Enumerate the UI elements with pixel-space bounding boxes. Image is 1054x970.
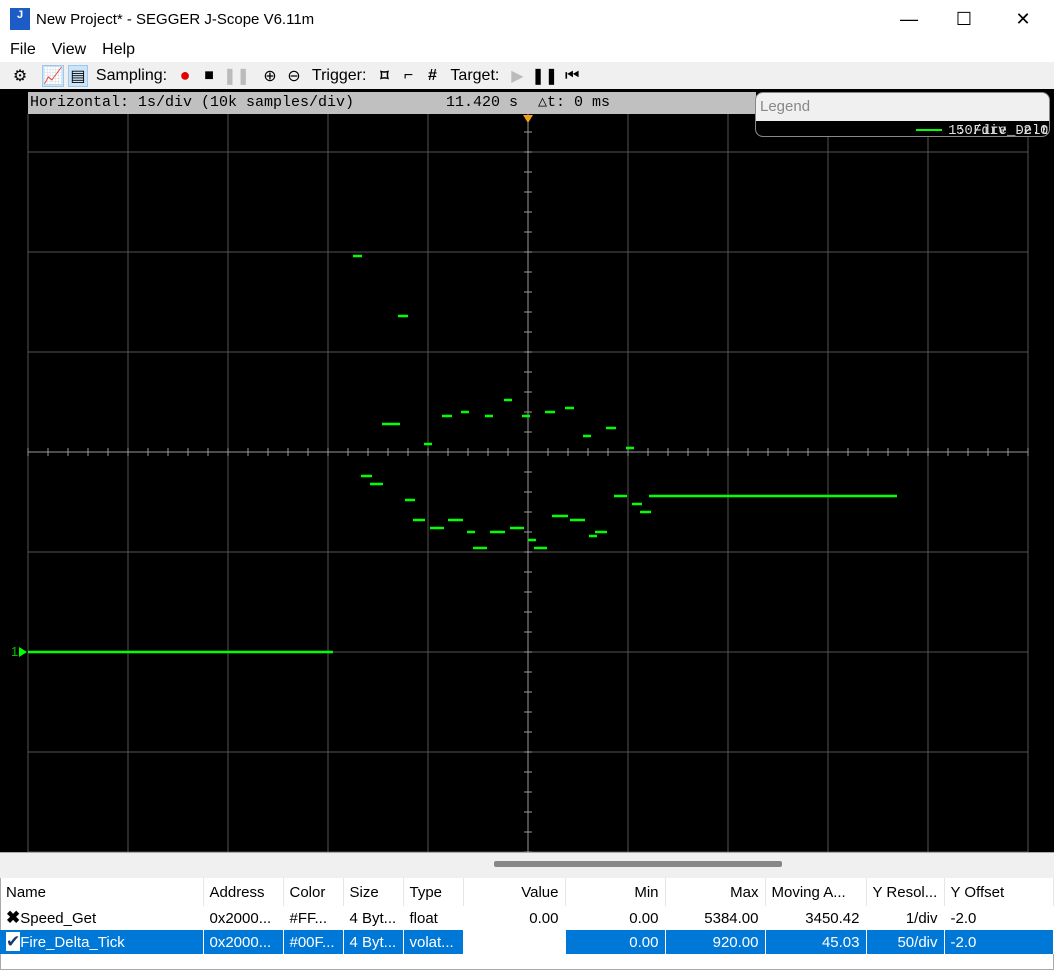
col-y-offset[interactable]: Y Offset (944, 878, 1054, 906)
target-label: Target: (450, 66, 500, 84)
menu-view[interactable]: View (52, 41, 86, 59)
table-header: Name Address Color Size Type Value Min M… (0, 878, 1054, 906)
trigger-both-icon[interactable]: # (422, 65, 442, 87)
channel-level-marker (19, 647, 27, 657)
col-value[interactable]: Value (463, 878, 566, 906)
target-reset-icon[interactable]: ⏮ (562, 65, 582, 87)
trigger-label: Trigger: (311, 66, 367, 84)
stop-icon[interactable]: ■ (199, 65, 219, 87)
cell-y-offset: -2.0 (944, 930, 1054, 954)
cell-y-offset: -2.0 (944, 906, 1054, 930)
horizontal-scrollbar[interactable] (0, 852, 1054, 878)
table-view-icon[interactable]: ▤ (67, 64, 88, 87)
toolbar: ⚙ 📈 ▤ Sampling: ● ■ ❚❚ ⊕ ⊖ Trigger: ⌑ ⌐ … (0, 62, 1054, 89)
col-y-resolution[interactable]: Y Resol... (866, 878, 945, 906)
cell-type: volat... (403, 930, 464, 954)
app-icon: J (10, 8, 30, 30)
trigger-time: 11.420 s (446, 94, 519, 111)
legend-title: Legend (760, 98, 811, 115)
col-min[interactable]: Min (565, 878, 666, 906)
col-max[interactable]: Max (665, 878, 766, 906)
settings-gear-icon[interactable]: ⚙ (10, 65, 30, 87)
unchecked-x-icon[interactable]: ✖ (6, 908, 20, 927)
sampling-label: Sampling: (95, 66, 168, 84)
delta-time: △t: 0 ms (538, 94, 611, 111)
horizontal-scale: Horizontal: 1s/div (10k samples/div) (30, 94, 355, 111)
record-icon[interactable]: ● (175, 65, 195, 87)
cell-name: Fire_Delta_Tick (20, 934, 125, 951)
cell-value: 0.00 (463, 906, 566, 930)
trigger-marker (523, 115, 533, 123)
cell-address: 0x2000... (203, 930, 284, 954)
table-row-selected[interactable]: ✔Fire_Delta_Tick 0x2000... #00F... 4 Byt… (0, 930, 1054, 954)
menu-file[interactable]: File (10, 41, 36, 59)
table-row[interactable]: ✖Speed_Get 0x2000... #FF... 4 Byt... flo… (0, 906, 1054, 930)
title-bar: J New Project* - SEGGER J-Scope V6.11m —… (0, 0, 1054, 38)
cell-moving-average: 45.03 (765, 930, 867, 954)
col-color[interactable]: Color (283, 878, 344, 906)
channel-table: Name Address Color Size Type Value Min M… (0, 878, 1054, 954)
horizontal-info-bar: Horizontal: 1s/div (10k samples/div) 11.4… (28, 92, 756, 114)
col-type[interactable]: Type (403, 878, 464, 906)
plot-canvas[interactable] (0, 89, 1054, 852)
scrollbar-thumb[interactable] (494, 861, 782, 867)
cell-type: float (403, 906, 464, 930)
maximize-button[interactable]: ☐ (937, 0, 991, 38)
target-pause-icon[interactable]: ❚❚ (531, 65, 558, 87)
pause-sampling-icon[interactable]: ❚❚ (223, 65, 250, 87)
window-title: New Project* - SEGGER J-Scope V6.11m (36, 10, 315, 28)
cell-name: Speed_Get (20, 910, 97, 927)
col-address[interactable]: Address (203, 878, 284, 906)
menu-help[interactable]: Help (102, 41, 135, 59)
channel-marker[interactable]: 1 (11, 644, 18, 659)
cell-color: #00F... (283, 930, 344, 954)
col-size[interactable]: Size (343, 878, 404, 906)
zoom-out-icon[interactable]: ⊖ (284, 65, 304, 87)
minimize-button[interactable]: — (882, 0, 936, 38)
trigger-falling-icon[interactable]: ⌐ (398, 65, 418, 87)
cell-color: #FF... (283, 906, 344, 930)
cell-value (463, 930, 566, 954)
legend-panel[interactable]: Legend 1: Fire_Delt 50/div -2.0 (755, 92, 1050, 137)
target-run-icon[interactable]: ▶ (507, 65, 527, 87)
cell-max: 920.00 (665, 930, 766, 954)
legend-entry-scale: 50/div -2.0 (956, 123, 1049, 137)
col-moving-average[interactable]: Moving A... (765, 878, 867, 906)
menu-bar: File View Help (0, 38, 1054, 62)
cell-min: 0.00 (565, 906, 666, 930)
cell-y-resolution: 50/div (866, 930, 945, 954)
zoom-in-icon[interactable]: ⊕ (260, 65, 280, 87)
checked-icon[interactable]: ✔ (6, 932, 21, 951)
cell-y-resolution: 1/div (866, 906, 945, 930)
cell-size: 4 Byt... (343, 906, 404, 930)
legend-entry: 1: Fire_Delt 50/div -2.0 (756, 121, 1049, 137)
cell-max: 5384.00 (665, 906, 766, 930)
plot-view-icon[interactable]: 📈 (42, 64, 64, 87)
col-name[interactable]: Name (0, 878, 204, 906)
cell-address: 0x2000... (203, 906, 284, 930)
legend-swatch (916, 129, 943, 132)
scope-plot[interactable]: Horizontal: 1s/div (10k samples/div) 11.4… (0, 89, 1054, 852)
cell-size: 4 Byt... (343, 930, 404, 954)
cell-min: 0.00 (565, 930, 666, 954)
close-button[interactable]: ✕ (996, 0, 1050, 38)
trigger-rising-icon[interactable]: ⌑ (374, 65, 394, 87)
cell-moving-average: 3450.42 (765, 906, 867, 930)
